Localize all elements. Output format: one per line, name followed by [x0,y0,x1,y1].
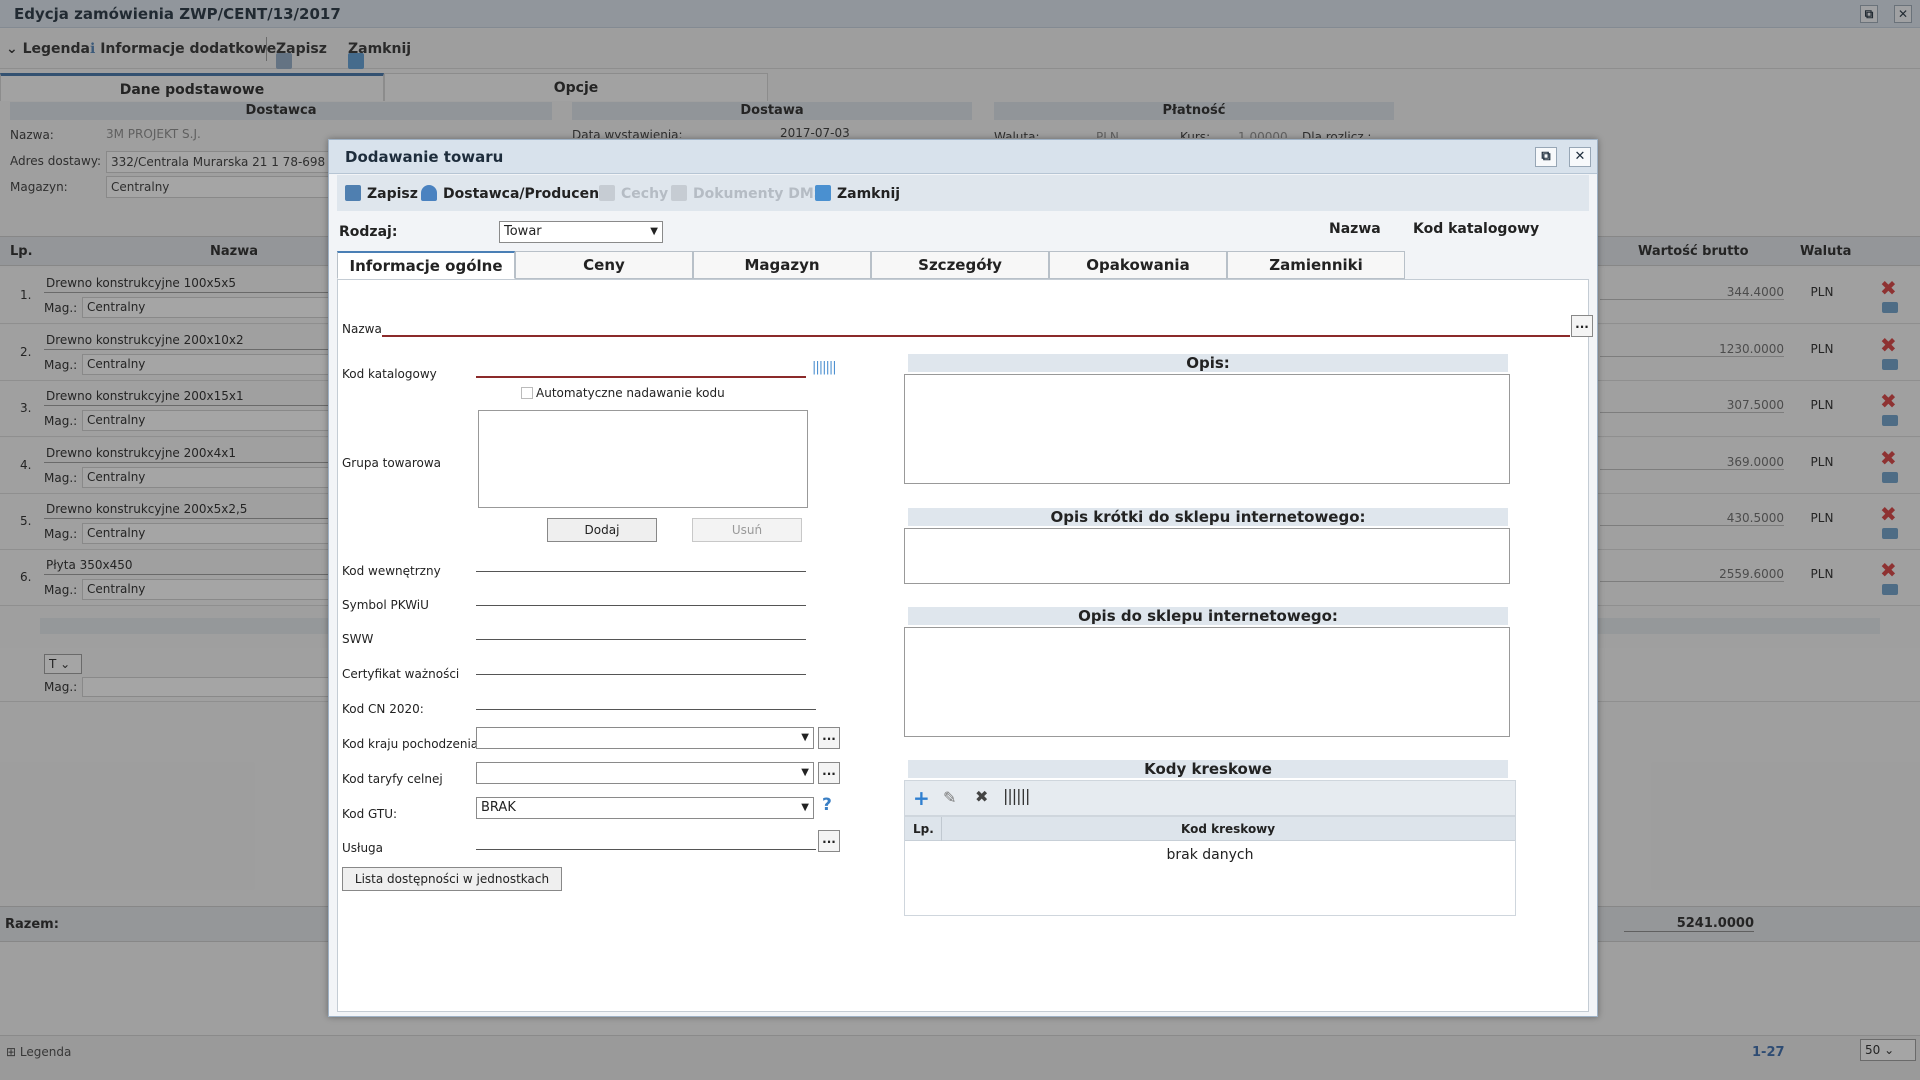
type-select[interactable]: Towar ▼ [499,221,663,243]
shop-description-textarea[interactable] [904,627,1510,737]
tab-substitutes[interactable]: Zamienniki [1227,251,1405,279]
dialog-toolbar: Zapisz Dostawca/Producent Cechy Dokument… [337,175,1589,211]
group-add-button[interactable]: Dodaj [547,518,657,542]
tab-warehouse[interactable]: Magazyn [693,251,871,279]
pkwiu-label: Symbol PKWiU [342,598,429,612]
customs-tariff-label: Kod taryfy celnej [342,772,443,786]
cn-code-label: Kod CN 2020: [342,702,424,716]
group-label: Grupa towarowa [342,456,442,470]
header-code-label: Kod katalogowy [1413,221,1540,237]
barcode-icon[interactable]: |||||| [1003,786,1030,805]
pkwiu-field[interactable] [476,586,806,606]
col-divider [941,817,942,841]
person-icon [421,185,437,201]
name-more-button[interactable]: ... [1571,315,1593,337]
barcodes-toolbar: + ✎ ✖ |||||| [904,780,1516,816]
group-remove-button[interactable]: Usuń [692,518,802,542]
origin-country-label: Kod kraju pochodzenia [342,737,479,751]
description-header: Opis: [908,354,1508,372]
sww-field[interactable] [476,620,806,640]
floppy-icon [345,185,361,201]
header-name-label: Nazwa [1329,221,1381,237]
catalog-code-label: Kod katalogowy [342,367,437,381]
customs-tariff-more-button[interactable]: ... [818,762,840,784]
origin-country-more-button[interactable]: ... [818,727,840,749]
delete-icon[interactable]: ✖ [975,787,988,806]
service-more-button[interactable]: ... [818,830,840,852]
barcodes-header: Kody kreskowe [908,760,1508,778]
star-doc-icon [599,185,615,201]
document-icon [671,185,687,201]
close-dialog-icon[interactable]: ✕ [1569,147,1591,167]
cn-code-field[interactable] [476,690,816,710]
dialog-title-bar: Dodawanie towaru ⧉ ✕ [329,140,1597,174]
add-icon[interactable]: + [913,786,930,810]
internal-code-field[interactable] [476,552,806,572]
shop-description-header: Opis do sklepu internetowego: [908,607,1508,625]
internal-code-label: Kod wewnętrzny [342,564,441,578]
help-icon[interactable]: ? [822,795,832,815]
service-label: Usługa [342,841,384,855]
barcodes-col-code: Kod kreskowy [1181,822,1276,836]
pencil-icon[interactable]: ✎ [943,788,956,807]
supplier-producer-button[interactable]: Dostawca/Producent [421,185,606,202]
tab-prices[interactable]: Ceny [515,251,693,279]
dms-documents-button[interactable]: Dokumenty DMS [671,185,824,202]
popout-icon[interactable]: ⧉ [1535,147,1557,167]
features-button[interactable]: Cechy [599,185,668,202]
auto-code-label: Automatyczne nadawanie kodu [536,386,725,400]
tab-general-info[interactable]: Informacje ogólne [337,251,515,279]
dialog-close-button[interactable]: Zamknij [815,185,900,202]
catalog-code-field[interactable] [476,358,806,378]
group-list[interactable] [478,410,808,508]
barcodes-col-lp: Lp. [913,822,934,836]
type-label: Rodzaj: [339,224,398,240]
gtu-code-select[interactable]: BRAK ▼ [476,797,814,819]
availability-list-button[interactable]: Lista dostępności w jednostkach [342,867,562,891]
tab-packaging[interactable]: Opakowania [1049,251,1227,279]
short-description-textarea[interactable] [904,528,1510,584]
dialog-save-button[interactable]: Zapisz [345,185,418,202]
gtu-code-label: Kod GTU: [342,807,398,821]
certificate-label: Certyfikat ważności [342,667,460,681]
description-textarea[interactable] [904,374,1510,484]
customs-tariff-select[interactable]: ▼ [476,762,814,784]
certificate-field[interactable] [476,655,806,675]
short-description-header: Opis krótki do sklepu internetowego: [908,508,1508,526]
barcodes-table-header: Lp. Kod kreskowy [905,817,1515,841]
barcode-icon[interactable]: ||||||| [812,360,837,375]
exit-icon [815,185,831,201]
sww-label: SWW [342,632,374,646]
origin-country-select[interactable]: ▼ [476,727,814,749]
no-data-text: brak danych [1166,847,1254,863]
name-field[interactable] [382,317,1570,337]
auto-code-checkbox[interactable] [521,387,533,399]
name-label: Nazwa [342,322,382,336]
general-info-panel: Nazwa ... Kod katalogowy ||||||| Automat… [337,279,1593,1012]
dialog-title: Dodawanie towaru [345,148,504,166]
barcodes-table: Lp. Kod kreskowy brak danych [904,816,1516,916]
service-field[interactable] [476,830,816,850]
dialog-tabs: Informacje ogólne Ceny Magazyn Szczegóły… [337,251,1589,281]
add-product-dialog: Dodawanie towaru ⧉ ✕ Zapisz Dostawca/Pro… [328,139,1598,1017]
tab-details[interactable]: Szczegóły [871,251,1049,279]
